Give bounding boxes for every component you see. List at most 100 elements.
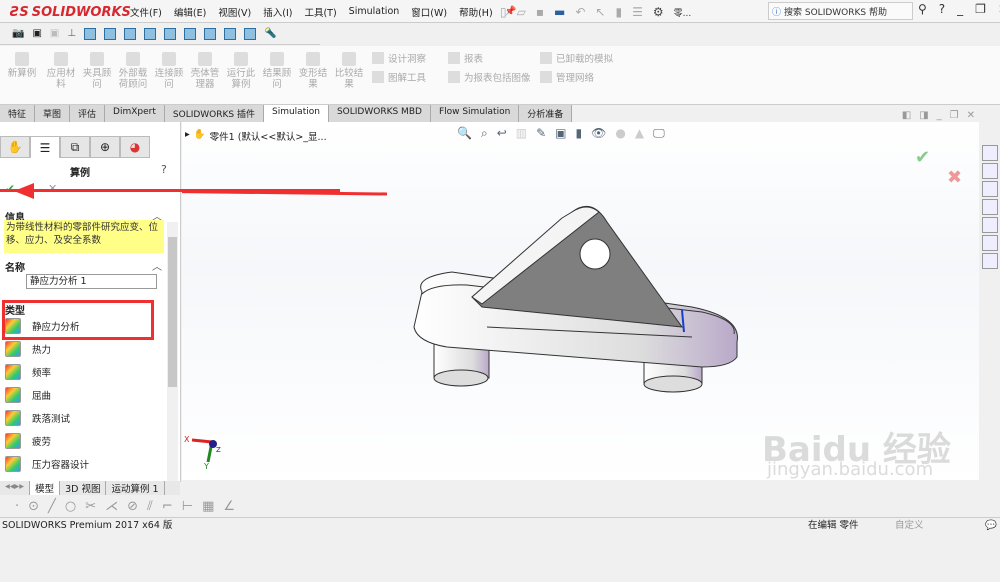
record-icon[interactable]: ▣ <box>32 28 41 39</box>
tab-analysis-prep[interactable]: 分析准备 <box>519 105 573 122</box>
solidworks-logo[interactable]: ƧS SOLIDWORKS <box>10 2 131 22</box>
viewport-minimize-icon[interactable]: _ <box>937 110 942 121</box>
tab-flow-simulation[interactable]: Flow Simulation <box>430 105 520 122</box>
rebuild-icon[interactable]: ▮ <box>615 5 622 19</box>
tab-addins[interactable]: SOLIDWORKS 插件 <box>164 105 264 122</box>
extend-icon[interactable]: ⋌ <box>105 499 118 514</box>
open-icon[interactable]: ▱ <box>517 5 526 19</box>
tab-mbd[interactable]: SOLIDWORKS MBD <box>328 105 431 122</box>
new-file-icon[interactable]: ▯ <box>500 5 507 19</box>
type-fatigue[interactable]: 疲劳 <box>5 433 51 449</box>
menu-simulation[interactable]: Simulation <box>349 6 400 17</box>
offloaded-sim-button[interactable]: 已卸载的模拟 <box>540 51 613 65</box>
type-thermal[interactable]: 热力 <box>5 341 51 357</box>
help-search-input[interactable]: ⓘ 搜索 SOLIDWORKS 帮助 <box>768 2 913 20</box>
line-icon[interactable]: ╱ <box>48 499 56 514</box>
dimetric-view-icon[interactable] <box>244 27 257 40</box>
undo-icon[interactable]: ↶ <box>575 5 585 19</box>
offset-icon[interactable]: ⊘ <box>127 499 138 514</box>
circle-icon[interactable]: ⊙ <box>28 499 39 514</box>
search-icon[interactable]: ⚲ <box>918 2 927 16</box>
tab-motion-study[interactable]: 运动算例 1 <box>106 481 165 495</box>
menu-file[interactable]: 文件(F) <box>130 5 162 19</box>
type-buckling[interactable]: 屈曲 <box>5 387 51 403</box>
restore-button[interactable]: ❐ <box>975 2 986 16</box>
mirror-icon[interactable]: ⫽ <box>147 499 153 514</box>
menu-window[interactable]: 窗口(W) <box>411 5 447 19</box>
dimension-icon[interactable]: ⊢ <box>182 499 193 514</box>
tile-left-icon[interactable]: ◧ <box>902 110 911 121</box>
deformed-result-button[interactable]: 变形结果 <box>296 52 330 90</box>
scrollbar-thumb[interactable] <box>168 237 177 387</box>
front-view-icon[interactable] <box>84 27 97 40</box>
type-pressure-vessel[interactable]: 压力容器设计 <box>5 456 89 472</box>
fixtures-advisor-button[interactable]: 夹具顾问 <box>80 52 114 90</box>
plot-tools-button[interactable]: 图解工具 <box>372 70 426 84</box>
display-manager-tab-icon[interactable]: ◕ <box>120 136 150 158</box>
tile-right-icon[interactable]: ◨ <box>919 110 928 121</box>
copy-icon[interactable]: ▣ <box>50 28 59 39</box>
polygon-icon[interactable]: ○ <box>65 499 76 514</box>
chat-icon[interactable]: 💬 <box>985 518 997 533</box>
tab-sketch[interactable]: 草图 <box>35 105 71 122</box>
results-advisor-button[interactable]: 结果顾问 <box>260 52 294 90</box>
tab-nav-arrows[interactable]: ◂◂▸▸ <box>0 481 31 495</box>
top-view-icon[interactable] <box>164 27 177 40</box>
trimetric-view-icon[interactable] <box>224 27 237 40</box>
bottom-view-icon[interactable] <box>184 27 197 40</box>
appearances-icon[interactable] <box>982 217 998 233</box>
compare-results-button[interactable]: 比较结果 <box>332 52 366 90</box>
help-icon[interactable]: ? <box>161 163 167 176</box>
new-study-button[interactable]: 新算例 <box>5 52 39 79</box>
graphics-area[interactable]: ▸ ✋ 零件1 (默认<<默认>_显... 🔍 ⌕ ↩ ▥ ✎ ▣ ▮ 👁 ● … <box>182 110 979 480</box>
design-insight-button[interactable]: 设计洞察 <box>372 51 426 65</box>
type-drop-test[interactable]: 跌落测试 <box>5 410 70 426</box>
tab-model[interactable]: 模型 <box>30 481 61 495</box>
minimize-button[interactable]: _ <box>957 2 963 16</box>
left-view-icon[interactable] <box>124 27 137 40</box>
forum-icon[interactable] <box>982 253 998 269</box>
connections-advisor-button[interactable]: 连接顾问 <box>152 52 186 90</box>
normal-to-icon[interactable]: ⊥ <box>67 28 76 39</box>
property-manager-tab-icon[interactable]: ☰ <box>30 136 60 158</box>
design-library-icon[interactable] <box>982 181 998 197</box>
angle-icon[interactable]: ∠ <box>223 499 235 514</box>
include-image-button[interactable]: 为报表包括图像 <box>448 70 531 84</box>
help-question-icon[interactable]: ? <box>939 2 945 16</box>
tab-evaluate[interactable]: 评估 <box>70 105 106 122</box>
run-study-button[interactable]: 运行此算例 <box>224 52 258 90</box>
viewport-close-icon[interactable]: ✕ <box>967 110 975 121</box>
menu-view[interactable]: 视图(V) <box>218 5 251 19</box>
custom-properties-icon[interactable] <box>982 235 998 251</box>
tab-dimxpert[interactable]: DimXpert <box>105 105 165 122</box>
shell-manager-button[interactable]: 壳体管理器 <box>188 52 222 90</box>
file-explorer-icon[interactable] <box>982 199 998 215</box>
units-custom[interactable]: 自定义 <box>895 518 924 533</box>
grid-icon[interactable]: ▦ <box>202 499 214 514</box>
collapse-name-icon[interactable]: ︿ <box>152 258 162 273</box>
right-view-icon[interactable] <box>144 27 157 40</box>
back-view-icon[interactable] <box>104 27 117 40</box>
point-icon[interactable]: · <box>15 499 19 514</box>
trim-icon[interactable]: ✂ <box>85 499 96 514</box>
options-gear-icon[interactable]: ⚙ <box>653 5 664 19</box>
dimxpert-tab-icon[interactable]: ⊕ <box>90 136 120 158</box>
report-button[interactable]: 报表 <box>448 51 483 65</box>
file-properties-icon[interactable]: ☰ <box>632 5 643 19</box>
home-icon[interactable] <box>982 145 998 161</box>
select-icon[interactable]: ↖ <box>595 5 605 19</box>
tab-features[interactable]: 特征 <box>0 105 36 122</box>
isometric-view-icon[interactable] <box>204 27 217 40</box>
tab-simulation[interactable]: Simulation <box>264 105 329 122</box>
rect-icon[interactable]: ⌐ <box>162 499 173 514</box>
viewport-restore-icon[interactable]: ❐ <box>950 110 959 121</box>
feature-tree-tab-icon[interactable]: ✋ <box>0 136 30 158</box>
apply-material-button[interactable]: 应用材料 <box>44 52 78 90</box>
save-icon[interactable]: ▪ <box>536 5 544 19</box>
flashlight-icon[interactable]: 🔦 <box>264 28 276 39</box>
menu-tools[interactable]: 工具(T) <box>304 5 336 19</box>
external-loads-button[interactable]: 外部载荷顾问 <box>116 52 150 90</box>
menu-help[interactable]: 帮助(H) <box>459 5 493 19</box>
study-name-input[interactable]: 静应力分析 1 <box>26 274 157 289</box>
type-frequency[interactable]: 频率 <box>5 364 51 380</box>
